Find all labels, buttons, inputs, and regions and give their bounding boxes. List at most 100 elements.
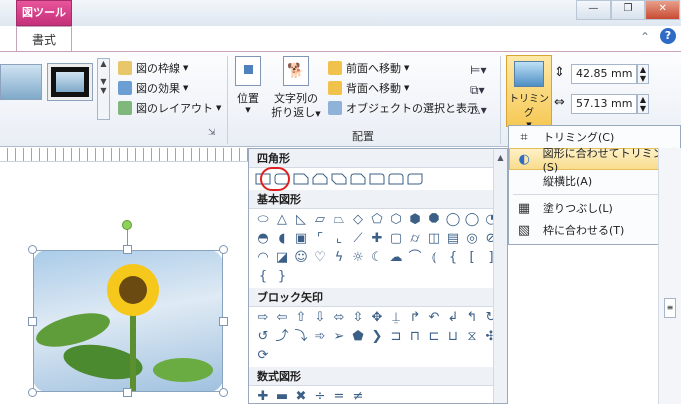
plus-shape-icon[interactable]: ✚ <box>255 389 271 404</box>
height-spinner[interactable]: ▲ ▼ <box>637 64 649 84</box>
width-spinner[interactable]: ▲ ▼ <box>637 94 649 114</box>
vertical-scrollbar[interactable]: ≡ <box>658 148 681 404</box>
menu-item-fill[interactable]: ▦ 塗りつぶし(L) <box>509 197 680 219</box>
snip-round-shape-icon[interactable] <box>350 171 366 187</box>
parallelogram-shape-icon[interactable]: ▱ <box>312 212 328 228</box>
down-callout-shape-icon[interactable]: ⊓ <box>407 329 423 345</box>
trim-button[interactable]: トリミング ▼ <box>506 55 552 129</box>
resize-handle[interactable] <box>219 388 228 397</box>
quad-arrow-shape-icon[interactable]: ✥ <box>369 310 385 326</box>
striped-arrow-shape-icon[interactable]: ➾ <box>312 329 328 345</box>
dialog-launcher-icon[interactable]: ⇲ <box>208 128 216 138</box>
equal-shape-icon[interactable]: = <box>331 389 347 404</box>
height-field[interactable]: 42.85 mm <box>571 64 637 84</box>
resize-handle[interactable] <box>28 245 37 254</box>
u-turn-arrow-shape-icon[interactable]: ↶ <box>426 310 442 326</box>
snip-rect-shape-icon[interactable] <box>293 171 309 187</box>
curved-up-arrow-shape-icon[interactable]: ⤴ <box>274 329 290 345</box>
picture-effects-button[interactable]: 図の効果 ▼ <box>118 78 223 98</box>
align-icon[interactable]: ⊨▾ <box>470 60 487 80</box>
send-backward-button[interactable]: 背面へ移動 ▼ <box>328 78 478 98</box>
pentagon-arrow-shape-icon[interactable]: ⬟ <box>350 329 366 345</box>
up-down-arrow-shape-icon[interactable]: ⇳ <box>350 310 366 326</box>
gallery-scrollbar[interactable]: ▲ <box>493 149 507 403</box>
bring-forward-button[interactable]: 前面へ移動 ▼ <box>328 58 478 78</box>
frame-shape-icon[interactable]: ▣ <box>293 231 309 247</box>
picture-style-thumb-2[interactable] <box>47 63 93 101</box>
donut-shape-icon[interactable]: ◎ <box>464 231 480 247</box>
oval-shape-icon[interactable]: ⬭ <box>255 212 271 228</box>
can-shape-icon[interactable]: ⌭ <box>407 231 423 247</box>
resize-handle[interactable] <box>28 317 37 326</box>
left-bracket-shape-icon[interactable]: [ <box>464 250 480 266</box>
close-button[interactable]: ✕ <box>645 0 681 20</box>
picture-layout-button[interactable]: 図のレイアウト ▼ <box>118 98 223 118</box>
scroll-thumb[interactable]: ≡ <box>664 298 676 318</box>
bracket-pair-shape-icon[interactable]: ⦅ <box>426 250 442 266</box>
lightning-shape-icon[interactable]: ϟ <box>331 250 347 266</box>
resize-handle[interactable] <box>123 245 132 254</box>
right-arrow-shape-icon[interactable]: ⇨ <box>255 310 271 326</box>
bent-up-arrow-shape-icon[interactable]: ↰ <box>464 310 480 326</box>
trapezoid-shape-icon[interactable]: ⏢ <box>331 212 347 228</box>
round-diag-shape-icon[interactable] <box>407 171 423 187</box>
left-right-up-arrow-shape-icon[interactable]: ⍊ <box>388 310 404 326</box>
diag-stripe-shape-icon[interactable]: ⟋ <box>350 231 366 247</box>
left-right-callout-shape-icon[interactable]: ⧖ <box>464 329 480 345</box>
circular-arrow-shape-icon[interactable]: ⟳ <box>255 348 271 364</box>
minus-shape-icon[interactable]: ▬ <box>274 389 290 404</box>
half-frame-shape-icon[interactable]: ⌜ <box>312 231 328 247</box>
not-equal-shape-icon[interactable]: ≠ <box>350 389 366 404</box>
hexagon-shape-icon[interactable]: ⬡ <box>388 212 404 228</box>
brace-pair-shape-icon[interactable]: { <box>445 250 461 266</box>
dodecagon-shape-icon[interactable]: ◯ <box>464 212 480 228</box>
scroll-up-icon[interactable]: ▲ <box>494 153 507 162</box>
tab-format[interactable]: 書式 <box>16 26 72 52</box>
heptagon-shape-icon[interactable]: ⬢ <box>407 212 423 228</box>
right-triangle-shape-icon[interactable]: ◺ <box>293 212 309 228</box>
block-arc-shape-icon[interactable]: ◠ <box>255 250 271 266</box>
restore-button[interactable]: ❐ <box>610 0 646 20</box>
left-arrow-shape-icon[interactable]: ⇦ <box>274 310 290 326</box>
decagon-shape-icon[interactable]: ◯ <box>445 212 461 228</box>
group-icon[interactable]: ⧉▾ <box>470 80 487 100</box>
notched-arrow-shape-icon[interactable]: ➢ <box>331 329 347 345</box>
round-single-shape-icon[interactable] <box>369 171 385 187</box>
cube-shape-icon[interactable]: ◫ <box>426 231 442 247</box>
position-button[interactable]: 位置 ▼ <box>232 56 264 114</box>
left-up-arrow-shape-icon[interactable]: ↲ <box>445 310 461 326</box>
diamond-shape-icon[interactable]: ◇ <box>350 212 366 228</box>
moon-shape-icon[interactable]: ☾ <box>369 250 385 266</box>
smiley-shape-icon[interactable]: ☺ <box>293 250 309 266</box>
right-brace-shape-icon[interactable]: } <box>274 269 290 285</box>
up-arrow-shape-icon[interactable]: ⇧ <box>293 310 309 326</box>
minimize-button[interactable]: — <box>576 0 611 20</box>
help-icon[interactable]: ? <box>660 28 676 44</box>
cloud-shape-icon[interactable]: ☁ <box>388 250 404 266</box>
chord-shape-icon[interactable]: ◓ <box>255 231 271 247</box>
cross-shape-icon[interactable]: ✚ <box>369 231 385 247</box>
wrap-text-button[interactable]: 🐕 文字列の 折り返し▼ <box>268 56 324 121</box>
left-brace-shape-icon[interactable]: { <box>255 269 271 285</box>
left-right-arrow-shape-icon[interactable]: ⬄ <box>331 310 347 326</box>
chevron-shape-icon[interactable]: ❯ <box>369 329 385 345</box>
l-shape-icon[interactable]: ⌞ <box>331 231 347 247</box>
curved-down-arrow-shape-icon[interactable]: ⤵ <box>293 329 309 345</box>
folded-corner-shape-icon[interactable]: ◪ <box>274 250 290 266</box>
up-callout-shape-icon[interactable]: ⊔ <box>445 329 461 345</box>
right-callout-shape-icon[interactable]: ⊐ <box>388 329 404 345</box>
rotate-icon[interactable]: ⚠▾ <box>470 100 487 120</box>
down-arrow-shape-icon[interactable]: ⇩ <box>312 310 328 326</box>
bevel-shape-icon[interactable]: ▤ <box>445 231 461 247</box>
collapse-ribbon-icon[interactable]: ⌃ <box>640 30 650 44</box>
heart-shape-icon[interactable]: ♡ <box>312 250 328 266</box>
sun-shape-icon[interactable]: ☼ <box>350 250 366 266</box>
teardrop-shape-icon[interactable]: ◖ <box>274 231 290 247</box>
width-field[interactable]: 57.13 mm <box>571 94 637 114</box>
resize-handle[interactable] <box>219 317 228 326</box>
multiply-shape-icon[interactable]: ✖ <box>293 389 309 404</box>
styles-gallery-scroll[interactable]: ▲ ▼ ▼ <box>97 58 110 120</box>
resize-handle[interactable] <box>123 388 132 397</box>
selection-pane-button[interactable]: オブジェクトの選択と表示 <box>328 98 478 118</box>
octagon-shape-icon[interactable]: ⯃ <box>426 212 442 228</box>
